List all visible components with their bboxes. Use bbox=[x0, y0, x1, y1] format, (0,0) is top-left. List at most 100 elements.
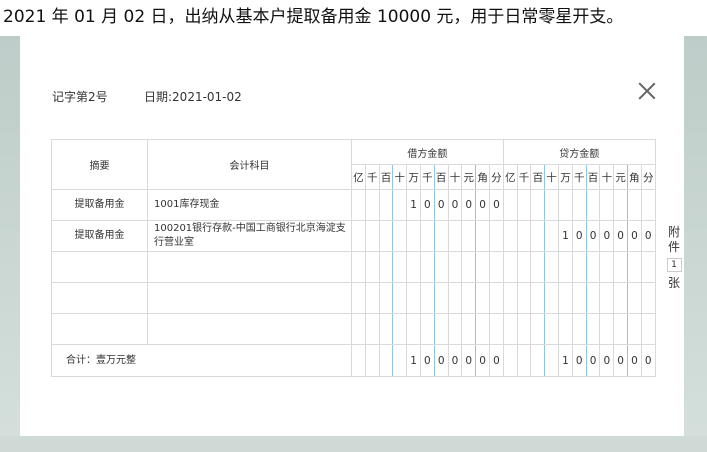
credit-digit-cell[interactable] bbox=[502, 251, 518, 283]
credit-digit-cell[interactable] bbox=[613, 251, 629, 283]
credit-digit-cell[interactable] bbox=[640, 282, 656, 314]
credit-digit-cell[interactable] bbox=[640, 251, 656, 283]
debit-digit-cell[interactable]: 1 bbox=[406, 189, 421, 221]
credit-digit-cell[interactable] bbox=[599, 313, 615, 345]
debit-digit-cell[interactable] bbox=[419, 313, 435, 345]
debit-digit-cell[interactable] bbox=[461, 313, 477, 345]
debit-digit-cell[interactable] bbox=[433, 313, 449, 345]
credit-digit-cell[interactable] bbox=[613, 282, 629, 314]
credit-digit-cell[interactable] bbox=[613, 313, 629, 345]
credit-digit-cell[interactable] bbox=[627, 282, 642, 314]
debit-digit-cell[interactable] bbox=[447, 220, 463, 252]
credit-digit-cell[interactable]: 0 bbox=[613, 220, 629, 252]
credit-digit-cell[interactable] bbox=[516, 251, 532, 283]
credit-digit-cell[interactable] bbox=[502, 189, 518, 221]
debit-digit-cell[interactable] bbox=[351, 313, 366, 345]
debit-digit-cell[interactable] bbox=[378, 189, 394, 221]
debit-digit-cell[interactable] bbox=[406, 220, 421, 252]
debit-digit-cell[interactable] bbox=[378, 313, 394, 345]
debit-digit-cell[interactable] bbox=[475, 313, 490, 345]
credit-digit-cell[interactable] bbox=[640, 313, 656, 345]
credit-digit-cell[interactable]: 0 bbox=[571, 220, 587, 252]
debit-digit-cell[interactable] bbox=[392, 282, 408, 314]
credit-digit-cell[interactable] bbox=[502, 282, 518, 314]
credit-digit-cell[interactable]: 0 bbox=[627, 220, 642, 252]
credit-digit-cell[interactable] bbox=[571, 313, 587, 345]
credit-digit-cell[interactable] bbox=[502, 220, 518, 252]
summary-cell[interactable] bbox=[51, 251, 148, 283]
credit-digit-cell[interactable] bbox=[585, 251, 601, 283]
debit-digit-cell[interactable] bbox=[461, 251, 477, 283]
credit-digit-cell[interactable]: 0 bbox=[585, 220, 601, 252]
credit-digit-cell[interactable] bbox=[571, 251, 587, 283]
credit-digit-cell[interactable] bbox=[502, 313, 518, 345]
debit-digit-cell[interactable] bbox=[419, 282, 435, 314]
credit-digit-cell[interactable] bbox=[558, 313, 573, 345]
debit-digit-cell[interactable]: 0 bbox=[488, 189, 504, 221]
debit-digit-cell[interactable] bbox=[447, 313, 463, 345]
credit-digit-cell[interactable] bbox=[558, 189, 573, 221]
account-cell[interactable] bbox=[147, 251, 352, 283]
debit-digit-cell[interactable] bbox=[419, 251, 435, 283]
summary-cell[interactable]: 提取备用金 bbox=[51, 189, 148, 221]
credit-digit-cell[interactable] bbox=[599, 282, 615, 314]
debit-digit-cell[interactable] bbox=[488, 282, 504, 314]
account-cell[interactable] bbox=[147, 313, 352, 345]
debit-digit-cell[interactable] bbox=[351, 282, 366, 314]
debit-digit-cell[interactable] bbox=[488, 251, 504, 283]
debit-digit-cell[interactable] bbox=[475, 251, 490, 283]
debit-digit-cell[interactable] bbox=[392, 251, 408, 283]
credit-digit-cell[interactable] bbox=[640, 189, 656, 221]
debit-digit-cell[interactable] bbox=[378, 251, 394, 283]
credit-digit-cell[interactable] bbox=[544, 251, 560, 283]
attachment-count-input[interactable]: 1 bbox=[666, 258, 682, 272]
credit-digit-cell[interactable] bbox=[544, 313, 560, 345]
credit-digit-cell[interactable] bbox=[627, 189, 642, 221]
debit-digit-cell[interactable] bbox=[461, 220, 477, 252]
credit-digit-cell[interactable]: 1 bbox=[558, 220, 573, 252]
credit-digit-cell[interactable] bbox=[585, 282, 601, 314]
credit-digit-cell[interactable] bbox=[530, 282, 546, 314]
credit-digit-cell[interactable] bbox=[544, 189, 560, 221]
account-cell[interactable]: 1001库存现金 bbox=[147, 189, 352, 221]
debit-digit-cell[interactable] bbox=[488, 313, 504, 345]
credit-digit-cell[interactable] bbox=[516, 282, 532, 314]
debit-digit-cell[interactable] bbox=[351, 251, 366, 283]
debit-digit-cell[interactable]: 0 bbox=[475, 189, 490, 221]
credit-digit-cell[interactable] bbox=[571, 189, 587, 221]
close-icon[interactable] bbox=[636, 80, 658, 102]
debit-digit-cell[interactable] bbox=[364, 282, 380, 314]
debit-digit-cell[interactable] bbox=[447, 251, 463, 283]
debit-digit-cell[interactable]: 0 bbox=[447, 189, 463, 221]
debit-digit-cell[interactable] bbox=[378, 282, 394, 314]
debit-digit-cell[interactable] bbox=[364, 220, 380, 252]
debit-digit-cell[interactable] bbox=[419, 220, 435, 252]
credit-digit-cell[interactable] bbox=[516, 189, 532, 221]
debit-digit-cell[interactable] bbox=[392, 189, 408, 221]
debit-digit-cell[interactable] bbox=[433, 282, 449, 314]
debit-digit-cell[interactable] bbox=[364, 189, 380, 221]
debit-digit-cell[interactable] bbox=[378, 220, 394, 252]
summary-cell[interactable] bbox=[51, 282, 148, 314]
debit-digit-cell[interactable] bbox=[392, 220, 408, 252]
credit-digit-cell[interactable] bbox=[544, 282, 560, 314]
debit-digit-cell[interactable] bbox=[461, 282, 477, 314]
debit-digit-cell[interactable] bbox=[433, 251, 449, 283]
credit-digit-cell[interactable]: 0 bbox=[640, 220, 656, 252]
credit-digit-cell[interactable] bbox=[599, 189, 615, 221]
summary-cell[interactable]: 提取备用金 bbox=[51, 220, 148, 252]
debit-digit-cell[interactable] bbox=[406, 282, 421, 314]
account-cell[interactable]: 100201银行存款-中国工商银行北京海淀支行营业室 bbox=[147, 220, 352, 252]
credit-digit-cell[interactable] bbox=[558, 282, 573, 314]
credit-digit-cell[interactable] bbox=[530, 220, 546, 252]
credit-digit-cell[interactable]: 0 bbox=[599, 220, 615, 252]
debit-digit-cell[interactable] bbox=[488, 220, 504, 252]
debit-digit-cell[interactable] bbox=[351, 220, 366, 252]
debit-digit-cell[interactable] bbox=[392, 313, 408, 345]
credit-digit-cell[interactable] bbox=[530, 251, 546, 283]
credit-digit-cell[interactable] bbox=[530, 189, 546, 221]
debit-digit-cell[interactable] bbox=[364, 313, 380, 345]
credit-digit-cell[interactable] bbox=[571, 282, 587, 314]
credit-digit-cell[interactable] bbox=[585, 313, 601, 345]
summary-cell[interactable] bbox=[51, 313, 148, 345]
